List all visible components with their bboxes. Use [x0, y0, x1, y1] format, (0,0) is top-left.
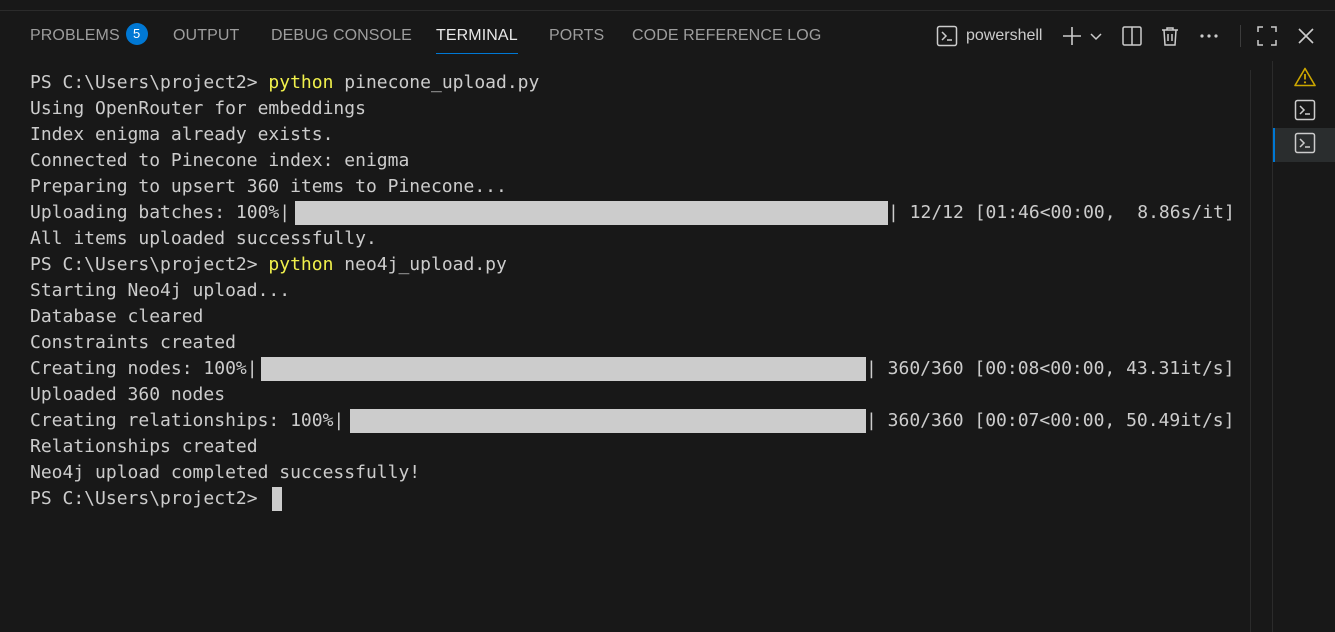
new-terminal-button[interactable]	[1060, 11, 1084, 61]
terminal-output[interactable]: PS C:\Users\project2> python pinecone_up…	[30, 70, 1245, 632]
terminal-line: Uploaded 360 nodes	[30, 384, 226, 405]
tab-label: PORTS	[549, 27, 605, 44]
progress-bar-uploading	[295, 201, 888, 225]
terminal-line: Connected to Pinecone index: enigma	[30, 150, 410, 171]
terminal-line: Preparing to upsert 360 items to Pinecon…	[30, 176, 507, 197]
tab-code-reference-log[interactable]: CODE REFERENCE LOG	[632, 11, 821, 61]
terminal-cursor	[272, 487, 282, 511]
kill-terminal-button[interactable]	[1158, 11, 1182, 61]
problems-count-badge: 5	[125, 23, 148, 45]
terminal-line: Constraints created	[30, 332, 236, 353]
tab-label: OUTPUT	[173, 27, 240, 44]
terminal-tab-2[interactable]	[1273, 128, 1335, 162]
progress-bar-nodes	[261, 357, 866, 381]
terminal-line: Neo4j upload completed successfully!	[30, 462, 421, 483]
terminal-line: PS C:\Users\project2> python neo4j_uploa…	[30, 252, 507, 278]
terminal-tabs-panel	[1272, 61, 1335, 632]
active-tab-underline	[436, 53, 518, 54]
terminal-line: Using OpenRouter for embeddings	[30, 98, 366, 119]
tab-problems[interactable]: PROBLEMS 5	[30, 11, 148, 61]
tab-label: PROBLEMS	[30, 27, 120, 44]
progress-label: Creating nodes: 100%|	[30, 358, 258, 379]
progress-stats: | 360/360 [00:07<00:00, 50.49it/s]	[866, 410, 1235, 431]
terminal-line: PS C:\Users\project2>	[30, 486, 268, 512]
terminal-icon	[1294, 99, 1316, 126]
progress-label: Uploading batches: 100%|	[30, 202, 291, 223]
command: python	[268, 254, 334, 275]
shell-name: powershell	[966, 27, 1043, 44]
close-panel-button[interactable]	[1295, 11, 1317, 61]
progress-stats: | 360/360 [00:08<00:00, 43.31it/s]	[866, 358, 1235, 379]
active-terminal-marker	[1273, 128, 1275, 162]
progress-stats: | 12/12 [01:46<00:00, 8.86s/it]	[888, 202, 1235, 223]
trash-icon	[1159, 25, 1181, 47]
command-args: pinecone_upload.py	[333, 72, 540, 93]
split-icon	[1121, 25, 1143, 47]
more-actions-button[interactable]	[1196, 11, 1222, 61]
progress-line-uploading: Uploading batches: 100%|	[30, 200, 290, 226]
tab-debug-console[interactable]: DEBUG CONSOLE	[271, 11, 412, 61]
command: python	[268, 72, 334, 93]
terminal-line: Database cleared	[30, 306, 204, 327]
tab-terminal[interactable]: TERMINAL	[436, 11, 518, 61]
close-icon	[1297, 27, 1315, 45]
prompt: PS C:\Users\project2>	[30, 254, 269, 275]
terminal-line: Relationships created	[30, 436, 258, 457]
terminal-tab-1[interactable]	[1273, 95, 1335, 129]
terminal-tab-warning[interactable]	[1273, 62, 1335, 96]
terminal-line: All items uploaded successfully.	[30, 228, 377, 249]
progress-line-relationships: Creating relationships: 100%|	[30, 408, 344, 434]
prompt: PS C:\Users\project2>	[30, 72, 269, 93]
tab-label: CODE REFERENCE LOG	[632, 27, 822, 44]
terminal-scrollbar[interactable]	[1250, 70, 1251, 632]
shell-selector[interactable]: powershell	[936, 11, 1048, 61]
terminal-line: Index enigma already exists.	[30, 124, 334, 145]
tab-label: DEBUG CONSOLE	[271, 27, 412, 44]
progress-label: Creating relationships: 100%|	[30, 410, 345, 431]
terminal-icon	[1294, 132, 1316, 159]
command-args: neo4j_upload.py	[333, 254, 507, 275]
maximize-panel-button[interactable]	[1255, 11, 1279, 61]
toolbar-divider	[1240, 25, 1241, 47]
ellipsis-icon	[1198, 25, 1220, 47]
terminal-line: Starting Neo4j upload...	[30, 280, 291, 301]
tab-label: TERMINAL	[436, 27, 518, 44]
progress-bar-relationships	[350, 409, 866, 433]
tab-output[interactable]: OUTPUT	[173, 11, 239, 61]
progress-line-nodes: Creating nodes: 100%|	[30, 356, 258, 382]
warning-icon	[1293, 67, 1316, 92]
terminal-icon	[936, 25, 958, 47]
window-top-strip	[0, 0, 1335, 11]
tab-ports[interactable]: PORTS	[549, 11, 604, 61]
plus-icon	[1061, 25, 1083, 47]
split-terminal-button[interactable]	[1120, 11, 1144, 61]
terminal-line: PS C:\Users\project2> python pinecone_up…	[30, 70, 539, 96]
prompt: PS C:\Users\project2>	[30, 488, 269, 509]
launch-profile-button[interactable]	[1088, 11, 1104, 61]
chevron-down-icon	[1089, 29, 1103, 43]
maximize-icon	[1256, 25, 1278, 47]
